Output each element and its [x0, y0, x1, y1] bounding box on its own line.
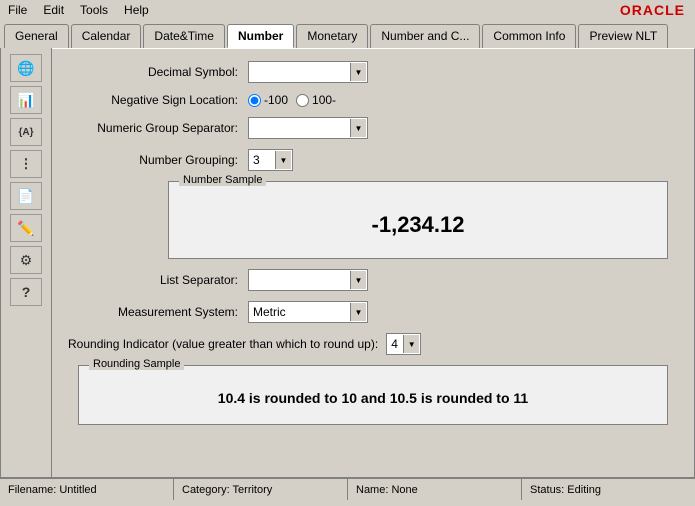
- decimal-symbol-label: Decimal Symbol:: [68, 65, 248, 79]
- sidebar: 🌐 📊 {A} ⁝ 📄 ✏️ ⚙ ?: [0, 48, 52, 478]
- numeric-group-separator-label: Numeric Group Separator:: [68, 121, 248, 135]
- negative-sign-option1-text: -100: [264, 93, 288, 107]
- negative-sign-control: -100 100-: [248, 93, 336, 107]
- decimal-symbol-select-wrapper: . , ▼: [248, 61, 368, 83]
- number-grouping-control: 3 2 4 ▼: [248, 149, 293, 171]
- measurement-system-control: Metric Imperial US ▼: [248, 301, 368, 323]
- tab-previewnlt[interactable]: Preview NLT: [578, 24, 668, 48]
- status-category: Category: Territory: [174, 479, 348, 500]
- tab-datetime[interactable]: Date&Time: [143, 24, 225, 48]
- negative-sign-radio2[interactable]: [296, 94, 309, 107]
- rounding-indicator-label: Rounding Indicator (value greater than w…: [68, 337, 386, 351]
- curly-icon[interactable]: {A}: [10, 118, 42, 146]
- gear-icon[interactable]: ⚙: [10, 246, 42, 274]
- negative-sign-radio1[interactable]: [248, 94, 261, 107]
- list-icon[interactable]: ⁝: [10, 150, 42, 178]
- negative-sign-option2-label[interactable]: 100-: [296, 93, 336, 107]
- status-editing: Status: Editing: [522, 479, 695, 500]
- rounding-indicator-row: Rounding Indicator (value greater than w…: [68, 333, 678, 355]
- number-grouping-select[interactable]: 3 2 4: [248, 149, 293, 171]
- tab-commoninfo[interactable]: Common Info: [482, 24, 576, 48]
- pencil-icon[interactable]: ✏️: [10, 214, 42, 242]
- page-icon[interactable]: 📄: [10, 182, 42, 210]
- number-grouping-row: Number Grouping: 3 2 4 ▼: [68, 149, 678, 171]
- numeric-group-separator-select-wrapper: , . ▼: [248, 117, 368, 139]
- decimal-symbol-select[interactable]: . ,: [248, 61, 368, 83]
- list-separator-control: , ; ▼: [248, 269, 368, 291]
- question-icon[interactable]: ?: [10, 278, 42, 306]
- menu-help[interactable]: Help: [120, 3, 153, 17]
- measurement-system-select-wrapper: Metric Imperial US ▼: [248, 301, 368, 323]
- negative-sign-row: Negative Sign Location: -100 100-: [68, 93, 678, 107]
- number-sample-box: Number Sample -1,234.12: [168, 181, 668, 259]
- negative-sign-label: Negative Sign Location:: [68, 93, 248, 107]
- content-panel: Decimal Symbol: . , ▼ Negative Sign Loca…: [52, 48, 695, 478]
- rounding-indicator-select-wrapper: 4 5 6 ▼: [386, 333, 421, 355]
- globe-icon[interactable]: 🌐: [10, 54, 42, 82]
- rounding-sample-box: Rounding Sample 10.4 is rounded to 10 an…: [78, 365, 668, 425]
- tab-numberand[interactable]: Number and C...: [370, 24, 480, 48]
- menubar: File Edit Tools Help ORACLE: [0, 0, 695, 20]
- decimal-symbol-row: Decimal Symbol: . , ▼: [68, 61, 678, 83]
- menu-tools[interactable]: Tools: [76, 3, 112, 17]
- numeric-group-separator-control: , . ▼: [248, 117, 368, 139]
- list-separator-select-wrapper: , ; ▼: [248, 269, 368, 291]
- rounding-sample-legend: Rounding Sample: [89, 358, 184, 370]
- chart-icon[interactable]: 📊: [10, 86, 42, 114]
- oracle-logo: ORACLE: [620, 2, 691, 18]
- number-grouping-select-wrapper: 3 2 4 ▼: [248, 149, 293, 171]
- tab-number[interactable]: Number: [227, 24, 294, 48]
- tabbar: General Calendar Date&Time Number Moneta…: [0, 20, 695, 48]
- number-sample-value: -1,234.12: [179, 192, 657, 248]
- measurement-system-label: Measurement System:: [68, 305, 248, 319]
- list-separator-row: List Separator: , ; ▼: [68, 269, 678, 291]
- menubar-left: File Edit Tools Help: [4, 3, 153, 17]
- number-sample-legend: Number Sample: [179, 174, 266, 186]
- numeric-group-separator-select[interactable]: , .: [248, 117, 368, 139]
- numeric-group-separator-row: Numeric Group Separator: , . ▼: [68, 117, 678, 139]
- number-grouping-label: Number Grouping:: [68, 153, 248, 167]
- main-wrapper: 🌐 📊 {A} ⁝ 📄 ✏️ ⚙ ? Decimal Symbol: . , ▼: [0, 48, 695, 478]
- negative-sign-option1-label[interactable]: -100: [248, 93, 288, 107]
- tab-monetary[interactable]: Monetary: [296, 24, 368, 48]
- menu-edit[interactable]: Edit: [39, 3, 68, 17]
- decimal-symbol-control: . , ▼: [248, 61, 368, 83]
- status-filename: Filename: Untitled: [0, 479, 174, 500]
- measurement-system-select[interactable]: Metric Imperial US: [248, 301, 368, 323]
- menu-file[interactable]: File: [4, 3, 31, 17]
- list-separator-select[interactable]: , ;: [248, 269, 368, 291]
- rounding-sample-value: 10.4 is rounded to 10 and 10.5 is rounde…: [89, 376, 657, 414]
- tab-calendar[interactable]: Calendar: [71, 24, 142, 48]
- measurement-system-row: Measurement System: Metric Imperial US ▼: [68, 301, 678, 323]
- statusbar: Filename: Untitled Category: Territory N…: [0, 478, 695, 500]
- rounding-indicator-select[interactable]: 4 5 6: [386, 333, 421, 355]
- negative-sign-option2-text: 100-: [312, 93, 336, 107]
- status-name: Name: None: [348, 479, 522, 500]
- list-separator-label: List Separator:: [68, 273, 248, 287]
- tab-general[interactable]: General: [4, 24, 69, 48]
